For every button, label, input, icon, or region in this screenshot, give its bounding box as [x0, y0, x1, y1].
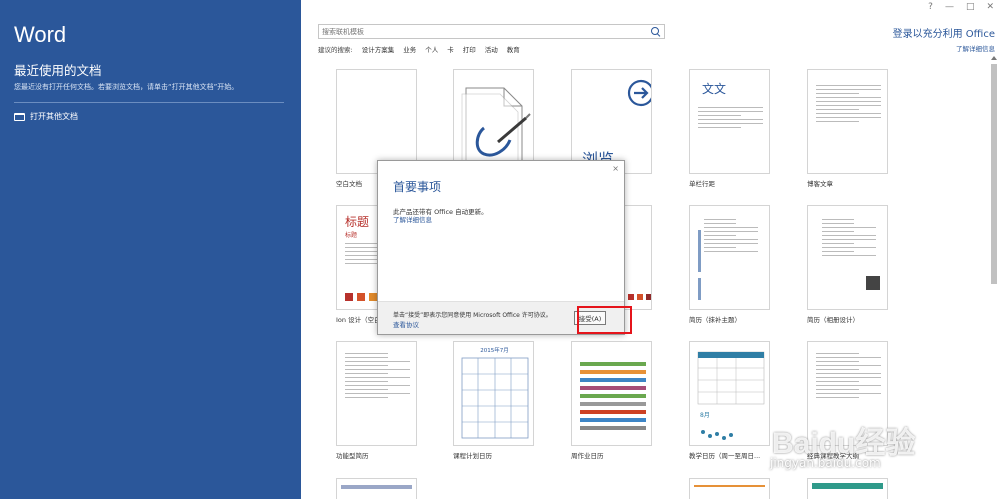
view-agreement-link[interactable]: 查看协议 [393, 319, 419, 329]
highlight-box [577, 306, 632, 334]
word-start-screen: Word 最近使用的文档 您最近没有打开任何文档。若要浏览文档，请单击“打开其他… [0, 0, 1000, 499]
dialog-title: 首要事项 [393, 180, 442, 194]
dialog-learn-more-link[interactable]: 了解详细信息 [393, 214, 432, 224]
dialog-close-button[interactable]: × [612, 164, 619, 173]
dialog-layer: × 首要事项 此产品还带有 Office 自动更新。 了解详细信息 单击“接受”… [0, 0, 1000, 499]
license-text: 单击“接受”即表示您同意使用 Microsoft Office 许可协议。 [393, 312, 552, 319]
